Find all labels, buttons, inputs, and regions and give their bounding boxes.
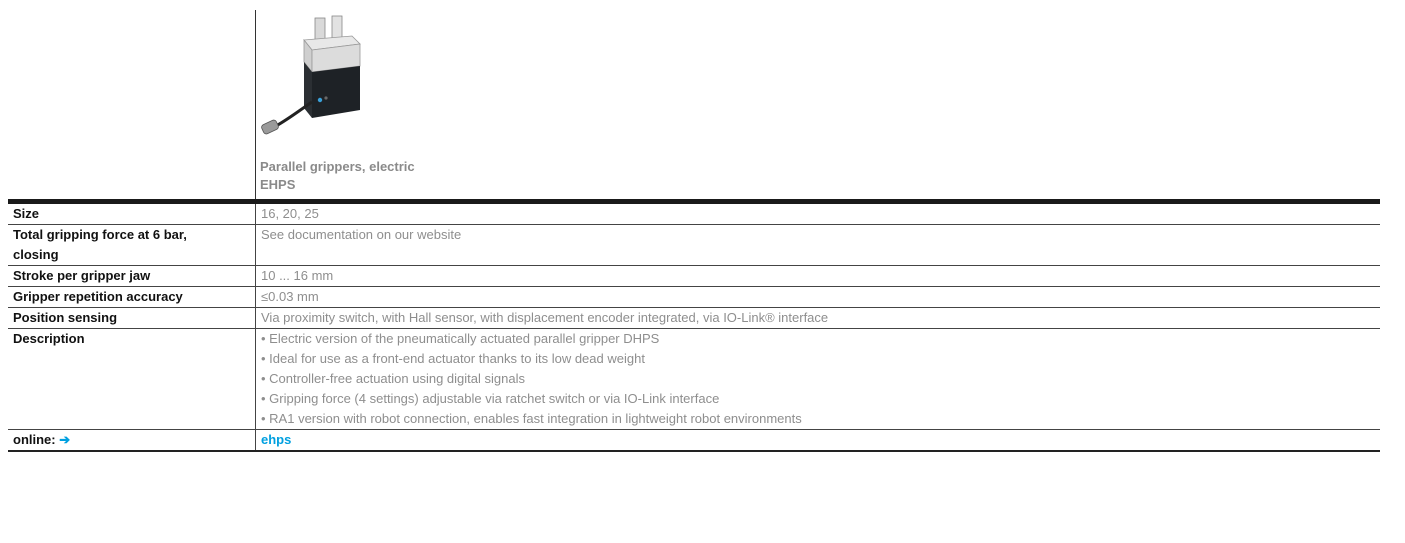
description-label: Description (8, 328, 256, 430)
table-row: Position sensing Via proximity switch, w… (8, 307, 1380, 329)
gripping-force-label: Total gripping force at 6 bar, closing (8, 224, 256, 266)
online-label: online: ➔ (8, 429, 256, 452)
list-item: • Controller-free actuation using digita… (261, 371, 525, 386)
online-value: ehps (255, 429, 1380, 452)
list-item: • Ideal for use as a front-end actuator … (261, 351, 645, 366)
position-sensing-value: Via proximity switch, with Hall sensor, … (255, 307, 1380, 329)
arrow-right-icon: ➔ (59, 432, 71, 447)
stroke-value: 10 ... 16 mm (255, 265, 1380, 287)
list-item: • RA1 version with robot connection, ena… (261, 411, 802, 426)
table-row: Stroke per gripper jaw 10 ... 16 mm (8, 265, 1380, 287)
table-row: Description • Electric version of the pn… (8, 328, 1380, 430)
product-header: Parallel grippers, electric EHPS (8, 0, 1380, 204)
position-sensing-label: Position sensing (8, 307, 256, 329)
list-item: • Electric version of the pneumatically … (261, 331, 660, 346)
table-row: Size 16, 20, 25 (8, 204, 1380, 225)
gripping-force-label-line1: Total gripping force at 6 bar, (13, 227, 187, 242)
table-row: online: ➔ ehps (8, 429, 1380, 452)
accuracy-value: ≤0.03 mm (255, 286, 1380, 308)
stroke-label: Stroke per gripper jaw (8, 265, 256, 287)
ehps-link[interactable]: ehps (261, 432, 291, 447)
online-label-text: online: (13, 432, 56, 447)
size-value: 16, 20, 25 (255, 204, 1380, 225)
size-label: Size (8, 204, 256, 225)
list-item: • Gripping force (4 settings) adjustable… (261, 391, 720, 406)
table-row: Gripper repetition accuracy ≤0.03 mm (8, 286, 1380, 308)
product-image (260, 14, 370, 142)
spec-table: Size 16, 20, 25 Total gripping force at … (8, 204, 1380, 452)
gripper-product-image (261, 15, 361, 135)
table-row: Total gripping force at 6 bar, closing S… (8, 224, 1380, 266)
gripping-force-label-line2: closing (13, 247, 59, 262)
description-list: • Electric version of the pneumatically … (255, 328, 1380, 430)
product-title: Parallel grippers, electric EHPS (260, 158, 415, 194)
accuracy-label: Gripper repetition accuracy (8, 286, 256, 308)
product-sheet: Parallel grippers, electric EHPS Size 16… (8, 0, 1380, 452)
gripping-force-value: See documentation on our website (255, 224, 1380, 266)
product-code: EHPS (260, 177, 296, 192)
column-divider (255, 10, 256, 199)
product-name: Parallel grippers, electric (260, 159, 415, 174)
